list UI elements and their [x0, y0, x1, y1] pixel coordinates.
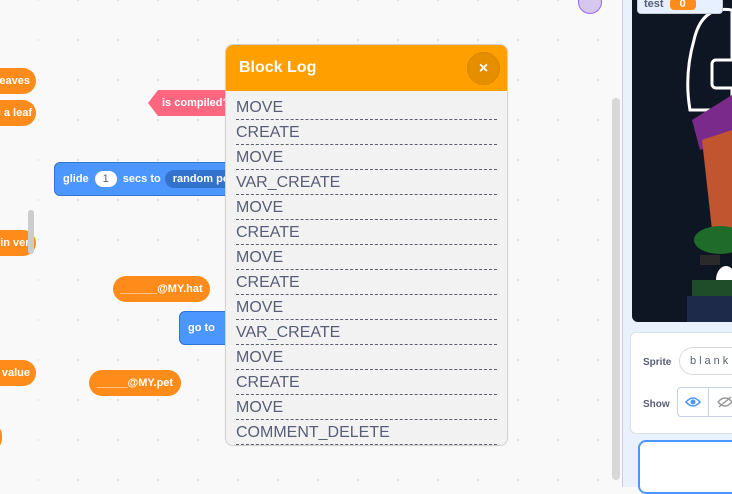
- log-entry: MOVE: [236, 397, 497, 420]
- show-sprite-button[interactable]: [677, 387, 709, 417]
- sprite-name-text: blank: [690, 355, 731, 367]
- variable-monitor: test 0: [637, 0, 723, 14]
- log-entry: MOVE: [236, 297, 497, 320]
- palette-block-eaves[interactable]: eaves: [0, 68, 36, 94]
- palette-block-label: eaves: [0, 75, 30, 87]
- log-entry: VAR_CREATE: [236, 322, 497, 345]
- glide-label: glide: [63, 173, 89, 185]
- glide-block[interactable]: glide 1 secs to random po: [54, 162, 244, 196]
- palette-block-value[interactable]: value: [0, 360, 36, 386]
- my-pet-label: _____@MY.pet: [97, 377, 173, 389]
- monitor-value: 0: [670, 0, 696, 10]
- among-us-sprite-icon: [632, 0, 732, 322]
- monitor-label: test: [644, 0, 664, 10]
- workspace-scrollbar[interactable]: [612, 98, 620, 480]
- eye-icon: [685, 396, 701, 408]
- sprite-info-panel: Sprite blank Show: [630, 332, 732, 434]
- log-entry: CREATE: [236, 122, 497, 145]
- log-entry: CREATE: [236, 222, 497, 245]
- close-button[interactable]: ×: [467, 52, 500, 85]
- block-log-list[interactable]: MOVECREATEMOVEVAR_CREATEMOVECREATEMOVECR…: [226, 91, 507, 445]
- log-entry: CREATE: [236, 272, 497, 295]
- sprite-label: Sprite: [643, 357, 671, 368]
- palette-block-leaf[interactable]: g a leaf: [0, 100, 36, 126]
- log-entry: MOVE: [236, 197, 497, 220]
- log-entry: MOVE: [236, 347, 497, 370]
- my-hat-reporter[interactable]: ______@MY.hat: [113, 276, 210, 302]
- log-entry: MOVE: [236, 97, 497, 120]
- go-to-label: go to: [188, 322, 215, 334]
- close-icon: ×: [479, 60, 488, 78]
- modal-header: Block Log ×: [226, 45, 507, 91]
- palette-scrollbar[interactable]: [28, 210, 34, 254]
- modal-title: Block Log: [239, 59, 316, 77]
- log-entry: COMMENT_DELETE: [236, 422, 497, 445]
- stage-canvas[interactable]: [632, 0, 732, 322]
- block-palette: eaves g a leaf e in ven value: [0, 0, 39, 487]
- log-entry: CREATE: [236, 372, 497, 395]
- is-compiled-label: is compiled?: [156, 97, 229, 109]
- palette-block-label: g a leaf: [0, 107, 32, 119]
- show-label: Show: [643, 399, 670, 410]
- eye-slash-icon: [717, 396, 732, 408]
- block-log-modal: Block Log × MOVECREATEMOVEVAR_CREATEMOVE…: [225, 44, 508, 446]
- log-entry: MOVE: [236, 247, 497, 270]
- palette-block-label: value: [2, 367, 30, 379]
- sprite-name-input[interactable]: blank: [679, 347, 732, 375]
- log-entry: VAR_CREATE: [236, 172, 497, 195]
- log-entry: MOVE: [236, 147, 497, 170]
- palette-block-partial[interactable]: [0, 424, 2, 450]
- glide-secs-label: secs to: [123, 173, 161, 185]
- sprite-list-selected[interactable]: [638, 440, 732, 494]
- glide-secs-input[interactable]: 1: [95, 171, 117, 187]
- my-pet-reporter[interactable]: _____@MY.pet: [89, 370, 181, 396]
- my-hat-label: ______@MY.hat: [120, 283, 202, 295]
- hide-sprite-button[interactable]: [709, 387, 732, 417]
